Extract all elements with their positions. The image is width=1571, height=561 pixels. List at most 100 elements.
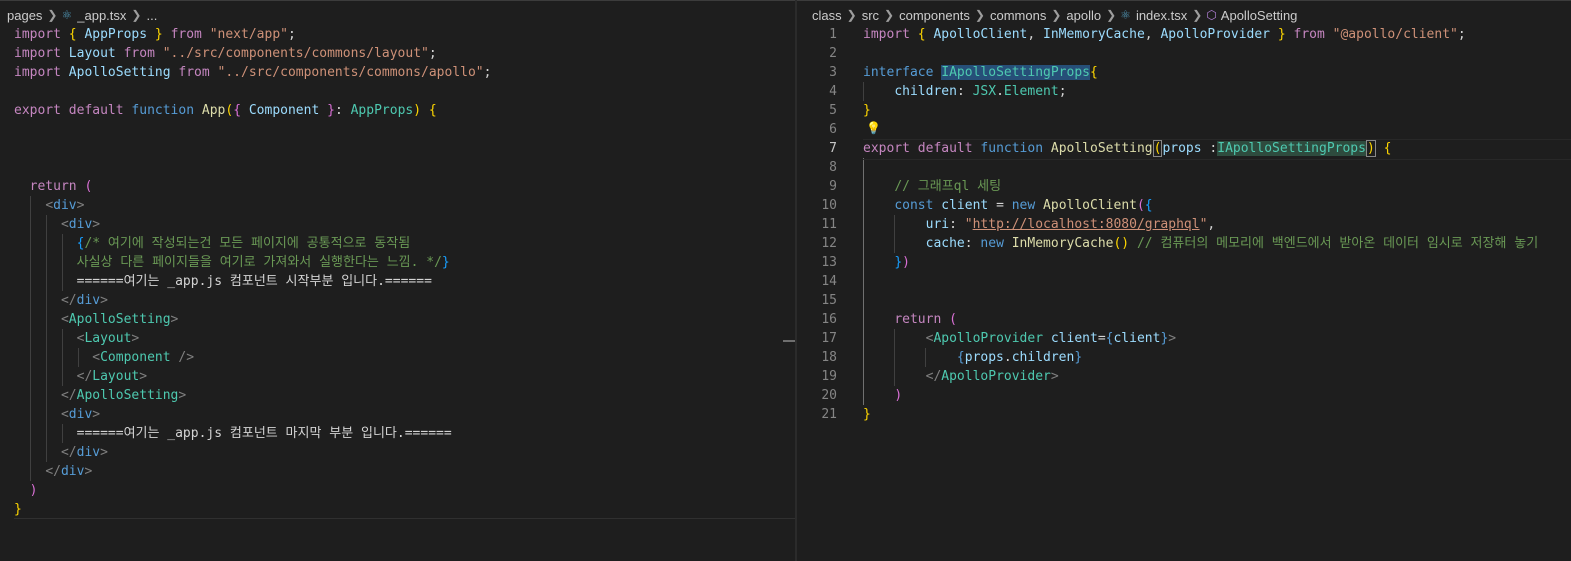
code-token: ; [428,46,437,61]
code-line[interactable]: ======여기는 _app.js 컴포넌트 마지막 부분 입니다.====== [0,424,795,443]
code-line[interactable]: </div> [0,462,795,481]
code-line[interactable]: 사실상 다른 페이지들을 여기로 가져와서 실행한다는 느낌. */} [0,253,795,272]
code-token: : [334,103,351,118]
code-line[interactable]: 16 return ( [797,310,1571,329]
code-token: ApolloProvider [1160,27,1271,42]
breadcrumb-folder-src[interactable]: src [862,8,879,23]
code-token: ; [287,27,296,42]
code-line[interactable]: </div> [0,443,795,462]
code-line[interactable]: 19 </ApolloProvider> [797,367,1571,386]
breadcrumb-folder-class[interactable]: class [812,8,842,23]
code-line[interactable]: 15 [797,291,1571,310]
code-line[interactable]: </div> [0,291,795,310]
code-line[interactable]: import { AppProps } from "next/app"; [0,25,795,44]
code-line[interactable] [0,139,795,158]
code-line[interactable]: ) [0,481,795,500]
code-line[interactable]: 21} [797,405,1571,424]
code-token: = [988,198,1012,213]
code-editor-right[interactable]: 1 import { ApolloClient, InMemoryCache, A… [797,25,1571,424]
breadcrumb-file[interactable]: _app.tsx [77,8,126,23]
lightbulb-icon[interactable]: 💡 [866,121,881,135]
code-line[interactable]: 10 const client = new ApolloClient({ [797,196,1571,215]
code-token: const [894,198,934,213]
code-line[interactable]: 3 interface IApolloSettingProps{ [797,63,1571,82]
code-token: < [45,198,54,213]
breadcrumb-symbol[interactable]: ApolloSetting [1221,8,1298,23]
code-line[interactable] [0,120,795,139]
code-line[interactable] [0,82,795,101]
code-line[interactable]: 7 export default function ApolloSetting(p… [797,139,1571,158]
code-token: /> [178,350,195,365]
breadcrumb-more[interactable]: ... [146,8,157,23]
code-line[interactable]: 11 uri: "http://localhost:8080/graphql", [797,215,1571,234]
code-token: InMemoryCache [1011,236,1114,251]
code-token: { [68,27,77,42]
editor-pane-left[interactable]: pages ❯ ⚛ _app.tsx ❯ ... import { AppPro… [0,0,795,561]
code-line[interactable]: {/* 여기에 작성되는건 모든 페이지에 공통적으로 동작됨 [0,234,795,253]
line-number: 15 [821,293,837,308]
breadcrumb-folder-components[interactable]: components [899,8,970,23]
code-token: } [1277,27,1286,42]
code-line[interactable]: import Layout from "../src/components/co… [0,44,795,63]
code-line[interactable]: 4 children: JSX.Element; [797,82,1571,101]
code-line[interactable]: <Component /> [0,348,795,367]
code-line[interactable]: return ( [0,177,795,196]
code-token: from [1293,27,1325,42]
code-token: { [233,103,242,118]
code-token: : [1201,141,1218,156]
code-editor-left[interactable]: import { AppProps } from "next/app"; impo… [0,25,795,519]
code-line[interactable]: 6 [797,120,1571,139]
line-number: 5 [829,103,837,118]
code-token: AppProps [84,27,148,42]
code-token: "../src/components/commons/apollo" [217,65,484,80]
code-line[interactable]: 17 <ApolloProvider client={client}> [797,329,1571,348]
code-line[interactable]: 20 ) [797,386,1571,405]
code-token: > [131,331,140,346]
code-line[interactable]: <Layout> [0,329,795,348]
code-line[interactable]: } [0,500,795,519]
code-line[interactable]: ======여기는 _app.js 컴포넌트 시작부분 입니다.====== [0,272,795,291]
breadcrumb: pages ❯ ⚛ _app.tsx ❯ ... [6,6,158,24]
breadcrumb-folder-commons[interactable]: commons [990,8,1046,23]
code-line[interactable]: 12 cache: new InMemoryCache() // 컴퓨터의 메모… [797,234,1571,253]
code-line[interactable]: 18 {props.children} [797,348,1571,367]
code-line[interactable]: <ApolloSetting> [0,310,795,329]
code-line[interactable]: 5} [797,101,1571,120]
breadcrumb-folder-pages[interactable]: pages [7,8,42,23]
code-token: </ [925,369,942,384]
code-line[interactable]: 13 }) [797,253,1571,272]
code-line[interactable]: 8 [797,158,1571,177]
code-token: } [894,255,903,270]
editor-pane-right[interactable]: class ❯ src ❯ components ❯ commons ❯ apo… [797,0,1571,561]
code-token: http://localhost:8080/graphql [972,217,1200,232]
code-line[interactable]: export default function App({ Component … [0,101,795,120]
code-line[interactable] [0,158,795,177]
code-line[interactable]: 2 [797,44,1571,63]
code-line[interactable]: 14 [797,272,1571,291]
code-token: , [1027,27,1044,42]
line-number: 3 [829,65,837,80]
code-line[interactable]: <div> [0,196,795,215]
scrollbar-marker[interactable] [783,340,795,342]
code-line[interactable]: import ApolloSetting from "../src/compon… [0,63,795,82]
code-line[interactable]: </ApolloSetting> [0,386,795,405]
code-line[interactable]: <div> [0,405,795,424]
code-token: ; [1058,84,1067,99]
code-line[interactable]: 9 // 그래프ql 세팅 [797,177,1571,196]
code-line[interactable]: </Layout> [0,367,795,386]
code-token: } [154,27,163,42]
code-line[interactable]: 1 import { ApolloClient, InMemoryCache, A… [797,25,1571,44]
code-line[interactable]: <div> [0,215,795,234]
breadcrumb-file[interactable]: index.tsx [1136,8,1187,23]
breadcrumb-folder-apollo[interactable]: apollo [1066,8,1101,23]
code-token: ) [894,388,903,403]
